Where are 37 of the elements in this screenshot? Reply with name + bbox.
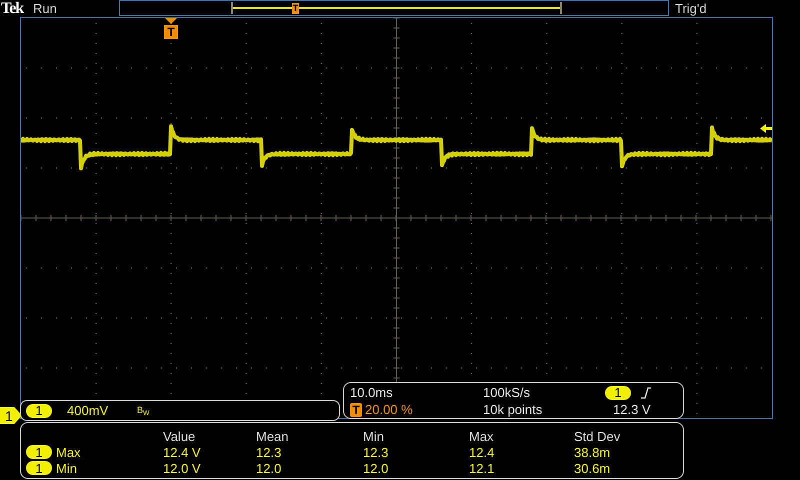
measurement-value: 38.8m [574, 446, 612, 458]
run-state: Run [33, 2, 58, 15]
column-header: Min [363, 430, 385, 442]
rising-edge-icon [641, 386, 651, 398]
measurement-value: 30.6m [574, 462, 612, 474]
trigger-status: Trig'd [675, 2, 707, 15]
time-per-division: 10.0ms [350, 386, 394, 399]
measurement-value: 12.3 [363, 446, 390, 458]
column-header: Max [469, 430, 495, 442]
overview-trigger-marker: T [292, 3, 299, 14]
measurement-value: 12.4 V [163, 446, 202, 458]
trigger-level: 12.3 V [612, 403, 652, 416]
measurement-value: 12.0 V [163, 462, 202, 474]
source-badge: 1 [26, 461, 52, 475]
trigger-position: 20.00 % [365, 403, 413, 416]
column-header: Value [163, 430, 196, 442]
measurement-value: 12.4 [469, 446, 496, 458]
column-header: Std Dev [574, 430, 622, 442]
bandwidth-limit: B$_{W}$ [137, 406, 150, 415]
channel-badge: 1 [26, 404, 52, 418]
measurement-value: 12.0 [363, 462, 390, 474]
source-badge: 1 [26, 445, 52, 459]
measurement-value: 12.1 [469, 462, 496, 474]
measurement-value: 12.0 [256, 462, 282, 474]
channel-marker: 1 [0, 407, 22, 424]
vertical-scale: 400mV [67, 404, 110, 417]
trigger-source-badge: 1 [605, 386, 631, 400]
brand-logo: Tek [0, 0, 25, 16]
trigger-position-icon: T [350, 402, 362, 416]
record-length: 10k points [483, 403, 544, 416]
measurement-name: Max [56, 446, 81, 458]
arrow-icon [760, 124, 772, 133]
measurement-value: 12.3 [256, 446, 282, 458]
pointer-icon [165, 18, 177, 24]
sample-rate: 100kS/s [483, 386, 531, 399]
measurement-name: Min [56, 462, 77, 474]
column-header: Mean [256, 430, 290, 442]
